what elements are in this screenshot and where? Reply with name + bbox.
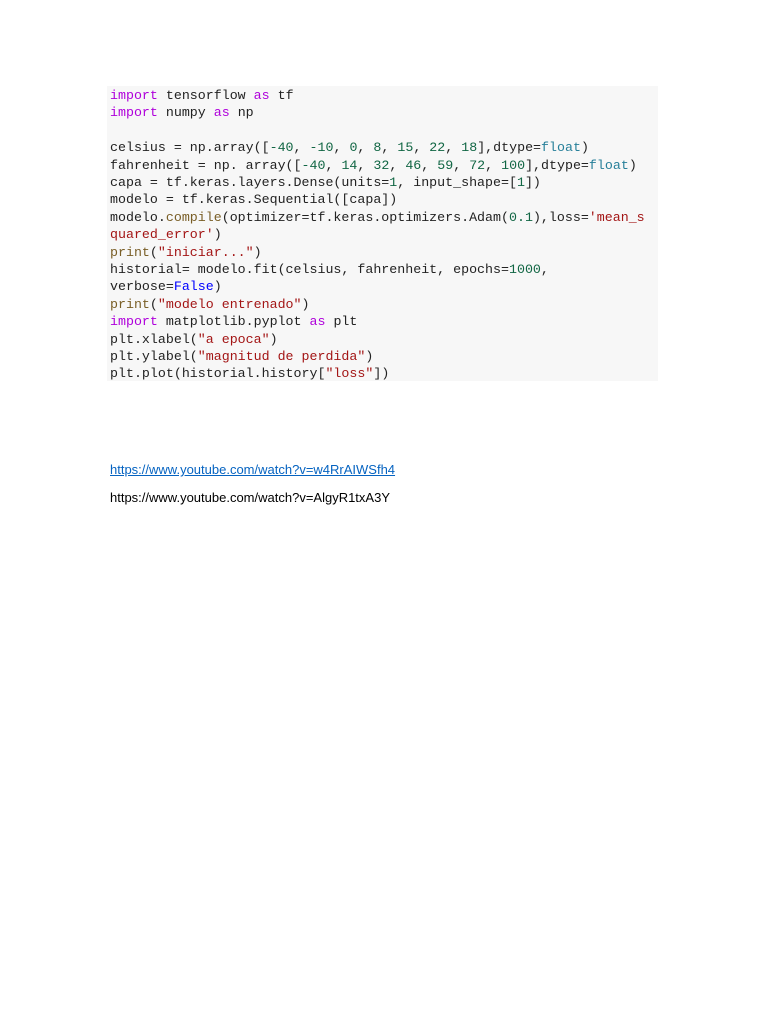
code-token: quared_error': [110, 227, 214, 243]
code-token: ): [253, 244, 262, 260]
code-token: float: [588, 157, 629, 173]
code-token: ,: [333, 140, 350, 156]
code-token: (: [149, 244, 158, 260]
youtube-link-1[interactable]: https://www.youtube.com/watch?v=w4RrAIWS…: [110, 462, 395, 477]
code-token: historial= modelo.fit(celsius, fahrenhei…: [110, 262, 509, 277]
code-token: 32: [373, 157, 390, 173]
code-token: capa = tf.keras.layers.Dense(units=: [110, 175, 390, 190]
code-token: ,: [445, 140, 462, 156]
code-line: import matplotlib.pyplot as plt: [110, 313, 357, 330]
code-token: ): [628, 157, 637, 173]
code-line: historial= modelo.fit(celsius, fahrenhei…: [110, 261, 549, 278]
code-token: ,: [485, 157, 502, 173]
code-token: ,: [357, 157, 374, 173]
code-line: fahrenheit = np. array([-40, 14, 32, 46,…: [110, 157, 637, 174]
code-line: quared_error'): [110, 226, 222, 243]
code-token: 46: [405, 157, 422, 173]
code-token: 59: [437, 157, 454, 173]
code-token: modelo.: [110, 209, 166, 225]
code-token: 'mean_s: [588, 209, 645, 225]
code-token: fahrenheit = np. array([: [110, 157, 302, 173]
code-token: tensorflow: [157, 88, 254, 103]
code-token: , input_shape=[: [397, 175, 517, 190]
code-token: plt: [325, 314, 358, 330]
code-token: celsius = np.array([: [110, 140, 270, 156]
code-token: compile: [165, 209, 222, 225]
code-line: plt.xlabel("a epoca"): [110, 331, 278, 348]
code-line: plt.plot(historial.history["loss"]): [110, 365, 389, 382]
code-line: print("modelo entrenado"): [110, 296, 310, 313]
code-line: modelo.compile(optimizer=tf.keras.optimi…: [110, 209, 645, 226]
code-line: print("iniciar..."): [110, 244, 262, 261]
code-token: ,: [381, 140, 398, 156]
code-token: -40: [269, 140, 294, 156]
code-token: modelo = tf.keras.Sequential([capa]): [110, 192, 398, 208]
code-token: ): [580, 140, 589, 156]
code-token: "loss": [325, 366, 374, 382]
code-token: import: [110, 88, 158, 103]
code-token: ],dtype=: [525, 157, 589, 173]
code-token: -40: [301, 157, 326, 173]
code-token: 72: [469, 157, 486, 173]
code-token: 14: [341, 157, 358, 173]
code-token: 18: [461, 140, 478, 156]
code-token: ,: [357, 140, 374, 156]
code-token: ,: [293, 140, 310, 156]
code-token: import: [110, 314, 158, 330]
code-token: float: [541, 140, 581, 156]
code-token: plt.plot(historial.history[: [110, 366, 326, 382]
youtube-url-text: https://www.youtube.com/watch?v=AlgyR1tx…: [110, 490, 390, 505]
code-token: ]): [524, 175, 541, 190]
code-line: verbose=False): [110, 278, 222, 295]
code-token: ,: [389, 157, 406, 173]
code-line: import numpy as np: [110, 104, 254, 121]
code-token: 1000: [508, 262, 541, 277]
code-token: (: [149, 296, 158, 312]
code-line: import tensorflow as tf: [110, 87, 294, 104]
code-token: ): [213, 227, 222, 243]
code-token: 1: [516, 175, 525, 190]
code-token: (optimizer=tf.keras.optimizers.Adam(: [221, 209, 509, 225]
code-token: verbose=: [110, 279, 174, 295]
code-token: import: [110, 105, 158, 121]
code-token: ],dtype=: [477, 140, 542, 156]
code-token: ,: [413, 140, 430, 156]
code-token: ): [213, 279, 222, 295]
code-token: ,: [540, 262, 549, 277]
code-token: "a epoca": [197, 331, 270, 347]
code-token: "iniciar...": [157, 244, 254, 260]
code-line: celsius = np.array([-40, -10, 0, 8, 15, …: [110, 139, 589, 156]
code-token: ): [269, 331, 278, 347]
code-token: matplotlib.pyplot: [157, 314, 310, 330]
code-token: as: [309, 314, 326, 330]
code-token: plt.ylabel(: [110, 349, 198, 364]
code-token: ): [301, 296, 310, 312]
code-token: ,: [325, 157, 342, 173]
code-token: as: [213, 105, 230, 121]
code-token: ): [365, 349, 374, 364]
code-token: 15: [397, 140, 414, 156]
code-token: numpy: [157, 105, 214, 121]
code-token: "modelo entrenado": [157, 296, 302, 312]
code-token: ]): [373, 366, 390, 382]
code-token: print: [110, 244, 150, 260]
code-token: ,: [421, 157, 438, 173]
code-token: tf: [269, 88, 294, 103]
code-token: plt.xlabel(: [110, 331, 198, 347]
code-token: -10: [309, 140, 334, 156]
code-token: 0.1: [508, 209, 533, 225]
code-token: ,: [453, 157, 470, 173]
code-block: import tensorflow as tf import numpy as n…: [107, 86, 658, 381]
code-token: print: [110, 296, 150, 312]
code-token: "magnitud de perdida": [197, 349, 366, 364]
code-token: False: [173, 279, 214, 295]
code-line: modelo = tf.keras.Sequential([capa]): [110, 191, 397, 208]
code-token: as: [253, 88, 270, 103]
code-line: plt.ylabel("magnitud de perdida"): [110, 348, 373, 365]
code-token: 22: [429, 140, 446, 156]
code-line: capa = tf.keras.layers.Dense(units= 1, in…: [110, 174, 541, 191]
code-token: 100: [501, 157, 526, 173]
code-token: np: [229, 105, 254, 121]
code-token: ),loss=: [532, 209, 589, 225]
